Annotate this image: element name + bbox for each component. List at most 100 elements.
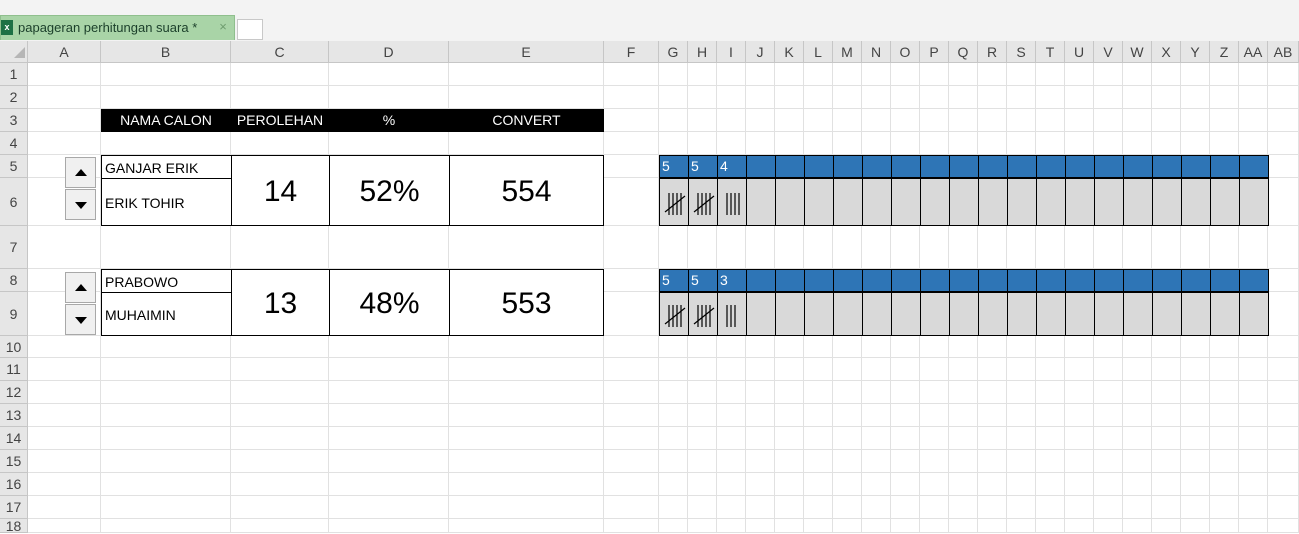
grid-hline xyxy=(28,85,1299,86)
column-header-r[interactable]: R xyxy=(978,41,1007,63)
row-header-8[interactable]: 8 xyxy=(0,269,28,292)
column-header-g[interactable]: G xyxy=(659,41,688,63)
column-header-e[interactable]: E xyxy=(449,41,604,63)
column-header-k[interactable]: K xyxy=(775,41,804,63)
row-header-16[interactable]: 16 xyxy=(0,473,28,496)
new-tab-button[interactable] xyxy=(237,19,263,40)
row-header-5[interactable]: 5 xyxy=(0,155,28,178)
increase-vote-button-1[interactable] xyxy=(65,157,96,188)
candidate-1-convert[interactable]: 554 xyxy=(449,155,604,226)
grid-hline xyxy=(28,380,1299,381)
tally-cell xyxy=(920,292,950,336)
column-header-o[interactable]: O xyxy=(891,41,920,63)
column-header-v[interactable]: V xyxy=(1094,41,1123,63)
tally-cell xyxy=(1239,292,1269,336)
tally-cell xyxy=(1036,292,1066,336)
close-icon[interactable]: × xyxy=(216,18,230,35)
column-header-t[interactable]: T xyxy=(1036,41,1065,63)
header-convert: CONVERT xyxy=(492,112,561,128)
grid-hline xyxy=(28,426,1299,427)
candidate-2-name[interactable]: PRABOWO xyxy=(101,269,232,293)
candidate-2-persen[interactable]: 48% xyxy=(329,269,450,336)
column-header-h[interactable]: H xyxy=(688,41,717,63)
candidate-1-perolehan[interactable]: 14 xyxy=(231,155,330,226)
candidate-2-perolehan[interactable]: 13 xyxy=(231,269,330,336)
row-header-9[interactable]: 9 xyxy=(0,292,28,336)
tally-bar-cell xyxy=(862,269,892,292)
column-header-j[interactable]: J xyxy=(746,41,775,63)
tally-cross-stroke xyxy=(664,307,686,325)
decrease-vote-button-1[interactable] xyxy=(65,189,96,220)
column-header-ab[interactable]: AB xyxy=(1268,41,1299,63)
column-header-u[interactable]: U xyxy=(1065,41,1094,63)
tally-bar-cell xyxy=(920,269,950,292)
tally-bar-cell xyxy=(1152,269,1182,292)
tally-bar-cell xyxy=(1094,269,1124,292)
row-header-1[interactable]: 1 xyxy=(0,63,28,86)
row-header-2[interactable]: 2 xyxy=(0,86,28,109)
row-header-13[interactable]: 13 xyxy=(0,404,28,427)
column-header-d[interactable]: D xyxy=(329,41,449,63)
column-header-x[interactable]: X xyxy=(1152,41,1181,63)
tally-cell xyxy=(920,178,950,226)
column-header-i[interactable]: I xyxy=(717,41,746,63)
grid-hline xyxy=(28,357,1299,358)
tally-cell xyxy=(1239,178,1269,226)
tally-marks-1-2 xyxy=(693,193,715,215)
row-header-4[interactable]: 4 xyxy=(0,132,28,155)
row-header-17[interactable]: 17 xyxy=(0,496,28,519)
document-tab-title[interactable]: papageran perhitungan suara * xyxy=(18,19,197,36)
row-header-15[interactable]: 15 xyxy=(0,450,28,473)
row-header-7[interactable]: 7 xyxy=(0,226,28,269)
column-header-a[interactable]: A xyxy=(28,41,101,63)
column-header-q[interactable]: Q xyxy=(949,41,978,63)
tally-cell xyxy=(1036,178,1066,226)
decrease-vote-button-2[interactable] xyxy=(65,304,96,335)
tally-cell xyxy=(1007,292,1037,336)
column-header-aa[interactable]: AA xyxy=(1239,41,1268,63)
tally-bar-cell xyxy=(891,155,921,178)
increase-vote-button-2[interactable] xyxy=(65,272,96,303)
column-header-c[interactable]: C xyxy=(231,41,329,63)
tally-bar-cell xyxy=(1007,155,1037,178)
candidate-1-persen[interactable]: 52% xyxy=(329,155,450,226)
tally-bar-cell xyxy=(833,155,863,178)
row-header-10[interactable]: 10 xyxy=(0,336,28,358)
tally-bar-cell xyxy=(978,269,1008,292)
row-header-12[interactable]: 12 xyxy=(0,381,28,404)
column-header-s[interactable]: S xyxy=(1007,41,1036,63)
candidate-2-running-mate[interactable]: MUHAIMIN xyxy=(101,292,232,336)
column-header-z[interactable]: Z xyxy=(1210,41,1239,63)
tally-bar-cell xyxy=(1181,269,1211,292)
tally-count-2-1: 5 xyxy=(662,272,670,288)
column-header-n[interactable]: N xyxy=(862,41,891,63)
tally-cell xyxy=(746,178,776,226)
column-header-p[interactable]: P xyxy=(920,41,949,63)
row-header-3[interactable]: 3 xyxy=(0,109,28,132)
tally-cell xyxy=(1210,178,1240,226)
candidate-2-convert[interactable]: 553 xyxy=(449,269,604,336)
row-header-11[interactable]: 11 xyxy=(0,358,28,381)
tally-bar-cell xyxy=(775,155,805,178)
candidate-1-running-mate[interactable]: ERIK TOHIR xyxy=(101,178,232,226)
tally-cell xyxy=(1152,178,1182,226)
candidate-1-name[interactable]: GANJAR ERIK xyxy=(101,155,232,179)
tally-cell xyxy=(978,292,1008,336)
tally-cross-stroke xyxy=(693,195,715,213)
row-header-14[interactable]: 14 xyxy=(0,427,28,450)
column-header-b[interactable]: B xyxy=(101,41,231,63)
column-header-y[interactable]: Y xyxy=(1181,41,1210,63)
tally-cross-stroke xyxy=(693,307,715,325)
tally-cell xyxy=(1181,292,1211,336)
column-header-w[interactable]: W xyxy=(1123,41,1152,63)
row-header-18[interactable]: 18 xyxy=(0,519,28,533)
column-header-l[interactable]: L xyxy=(804,41,833,63)
row-header-6[interactable]: 6 xyxy=(0,178,28,226)
tally-bar-cell xyxy=(949,269,979,292)
header-nama-calon: NAMA CALON xyxy=(120,112,212,128)
tally-cell xyxy=(746,292,776,336)
column-header-f[interactable]: F xyxy=(604,41,659,63)
tally-cell xyxy=(775,292,805,336)
tally-count-2-2: 5 xyxy=(691,272,699,288)
column-header-m[interactable]: M xyxy=(833,41,862,63)
